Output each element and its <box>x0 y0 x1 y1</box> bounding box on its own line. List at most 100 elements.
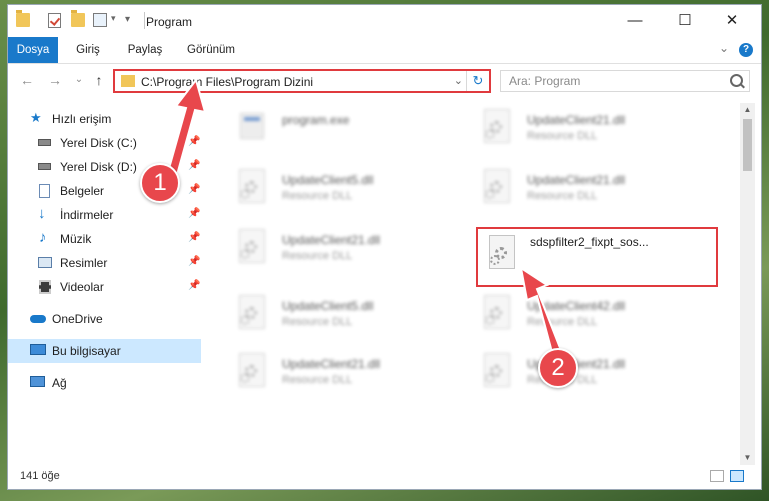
minimize-button[interactable]: — <box>612 5 658 37</box>
sidebar-item-label: Ağ <box>52 376 67 390</box>
file-item[interactable]: UpdateClient5.dll Resource DLL <box>216 163 451 223</box>
sidebar-item-pictures[interactable]: Resimler 📌 <box>8 251 201 275</box>
pin-icon[interactable]: 📌 <box>188 256 200 267</box>
scroll-thumb[interactable] <box>743 119 752 171</box>
file-item[interactable]: UpdateClient21.dll Resource DLL <box>216 223 451 283</box>
music-icon: ♪ <box>39 229 47 246</box>
recent-locations-button[interactable]: ⌄ <box>70 71 88 89</box>
file-name: sdspfilter2_fixpt_sos... <box>530 235 649 249</box>
sidebar-item-this-pc[interactable]: Bu bilgisayar <box>8 339 201 363</box>
tab-view[interactable]: Görünüm <box>180 37 242 63</box>
file-name: program.exe <box>282 113 350 127</box>
dll-file-icon <box>479 169 513 209</box>
sidebar-item-label: Videolar <box>60 280 104 294</box>
file-type: Resource DLL <box>527 130 598 142</box>
address-path[interactable]: C:\Program Files\Program Dizini <box>141 75 313 89</box>
address-bar[interactable]: C:\Program Files\Program Dizini ⌄ ↻ <box>113 69 491 93</box>
file-item[interactable]: UpdateClient42.dll Resource DLL <box>461 289 696 349</box>
properties-icon[interactable] <box>48 13 61 28</box>
maximize-button[interactable]: ☐ <box>662 5 708 37</box>
star-icon: ★ <box>30 110 42 125</box>
file-type: Resource DLL <box>282 250 353 262</box>
large-icons-view-icon[interactable] <box>730 470 744 482</box>
file-type: Resource DLL <box>282 374 353 386</box>
explorer-window: ▾ ▾ Program — ☐ ✕ Dosya Giriş Paylaş Gör… <box>7 4 762 490</box>
pin-icon[interactable]: 📌 <box>188 160 200 171</box>
sidebar-item-disk-c[interactable]: Yerel Disk (C:) 📌 <box>8 131 201 155</box>
sidebar-item-label: Resimler <box>60 256 108 270</box>
sidebar-item-music[interactable]: ♪ Müzik 📌 <box>8 227 201 251</box>
customize-icon[interactable] <box>93 13 107 27</box>
pictures-icon <box>38 257 52 268</box>
file-item[interactable]: UpdateClient21.dll Resource DLL <box>461 347 696 407</box>
pin-icon[interactable]: 📌 <box>188 208 200 219</box>
title-separator <box>144 12 145 29</box>
sidebar-item-label: OneDrive <box>52 312 103 326</box>
search-input[interactable]: Ara: Program <box>500 70 750 92</box>
file-name: UpdateClient21.dll <box>282 357 381 371</box>
sidebar-item-network[interactable]: Ağ <box>8 371 201 395</box>
new-folder-icon[interactable] <box>71 10 85 27</box>
file-item[interactable]: UpdateClient21.dll Resource DLL <box>461 163 696 223</box>
folder-icon <box>121 75 135 87</box>
sidebar-item-videos[interactable]: Videolar 📌 <box>8 275 201 299</box>
forward-button[interactable]: → <box>46 71 64 89</box>
file-item[interactable]: UpdateClient5.dll Resource DLL <box>216 289 451 349</box>
quick-access-dropdown-icon[interactable]: ▾ <box>111 13 125 27</box>
tab-home[interactable]: Giriş <box>68 37 108 63</box>
sidebar-item-label: İndirmeler <box>60 208 114 222</box>
tab-share[interactable]: Paylaş <box>120 37 170 63</box>
dll-file-icon <box>479 295 513 335</box>
file-type: Resource DLL <box>282 190 353 202</box>
back-button[interactable]: ← <box>18 71 36 89</box>
sidebar-item-label: Müzik <box>60 232 92 246</box>
videos-icon <box>39 280 51 294</box>
help-icon[interactable]: ? <box>739 43 753 57</box>
exe-icon <box>234 109 268 149</box>
drive-icon <box>38 139 51 146</box>
pin-icon[interactable]: 📌 <box>188 232 200 243</box>
scroll-down-icon[interactable]: ▼ <box>740 451 755 465</box>
status-bar: 141 öğe <box>8 465 761 489</box>
pin-icon[interactable]: 📌 <box>188 280 200 291</box>
file-item[interactable]: UpdateClient21.dll Resource DLL <box>461 103 696 163</box>
navigation-pane: ★ Hızlı erişim Yerel Disk (C:) 📌 Yerel D… <box>8 103 201 465</box>
sidebar-item-onedrive[interactable]: OneDrive <box>8 307 201 331</box>
dll-file-icon <box>234 169 268 209</box>
sidebar-item-label: Belgeler <box>60 184 105 198</box>
ribbon-tabs: Dosya Giriş Paylaş Görünüm ⌄ ? <box>8 37 761 64</box>
qa-arrow-icon[interactable]: ▾ <box>125 14 139 28</box>
pin-icon[interactable]: 📌 <box>188 184 200 195</box>
file-item[interactable]: UpdateClient21.dll Resource DLL <box>216 347 451 407</box>
sidebar-item-quick-access[interactable]: ★ Hızlı erişim <box>8 107 201 131</box>
up-button[interactable]: ↑ <box>90 71 108 89</box>
download-icon: ↓ <box>38 205 46 222</box>
file-list: program.exe UpdateClient21.dll Resource … <box>216 103 738 465</box>
sidebar-item-label: Bu bilgisayar <box>52 344 121 358</box>
sidebar-item-downloads[interactable]: ↓ İndirmeler 📌 <box>8 203 201 227</box>
close-button[interactable]: ✕ <box>709 5 755 37</box>
refresh-button[interactable]: ↻ <box>466 71 489 91</box>
search-placeholder: Ara: Program <box>509 74 581 88</box>
step-1-badge: 1 <box>140 163 180 203</box>
file-item[interactable]: program.exe <box>216 103 451 163</box>
address-dropdown-icon[interactable]: ⌄ <box>454 74 463 87</box>
vertical-scrollbar[interactable]: ▲ ▼ <box>740 103 755 465</box>
item-count: 141 öğe <box>20 470 60 482</box>
dll-file-icon <box>234 353 268 393</box>
file-name: UpdateClient42.dll <box>527 299 626 313</box>
documents-icon <box>39 184 50 198</box>
file-name: UpdateClient5.dll <box>282 173 374 187</box>
chevron-down-icon[interactable]: ⌄ <box>719 41 729 55</box>
tab-file[interactable]: Dosya <box>8 37 58 63</box>
pin-icon[interactable]: 📌 <box>188 136 200 147</box>
dll-file-icon <box>234 295 268 335</box>
file-name: UpdateClient21.dll <box>282 233 381 247</box>
highlighted-file-item[interactable]: sdspfilter2_fixpt_sos... <box>476 227 718 287</box>
file-type: Resource DLL <box>282 316 353 328</box>
title-bar: ▾ ▾ Program — ☐ ✕ <box>8 5 761 37</box>
dll-file-icon <box>479 109 513 149</box>
scroll-up-icon[interactable]: ▲ <box>740 103 755 117</box>
details-view-icon[interactable] <box>710 470 724 482</box>
drive-icon <box>38 163 51 170</box>
